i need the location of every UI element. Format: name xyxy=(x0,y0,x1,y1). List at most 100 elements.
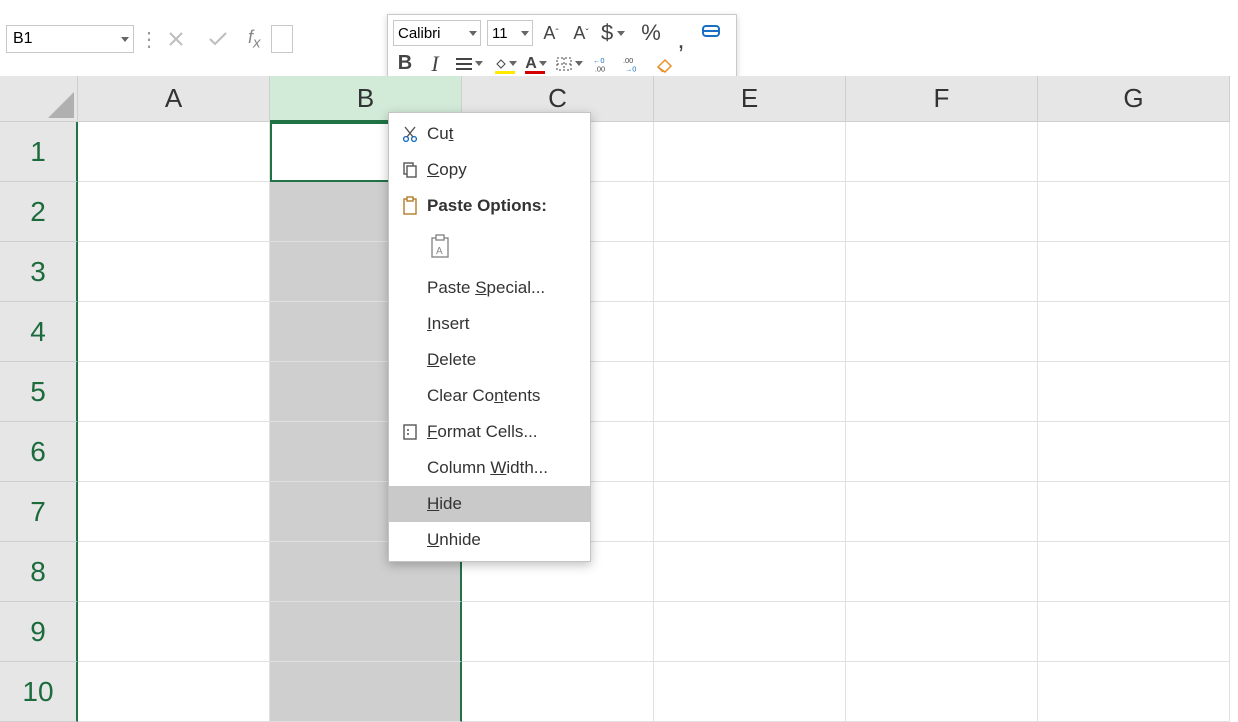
font-name-field[interactable] xyxy=(393,20,481,46)
cell-A5[interactable] xyxy=(78,362,270,422)
ctx-paste-hdr[interactable]: Paste Options: xyxy=(389,188,590,224)
bold-icon[interactable]: B xyxy=(393,52,417,76)
cell-E4[interactable] xyxy=(654,302,846,362)
cell-F3[interactable] xyxy=(846,242,1038,302)
cell-A6[interactable] xyxy=(78,422,270,482)
ctx-unhide[interactable]: Unhide xyxy=(389,522,590,558)
row-header-9[interactable]: 9 xyxy=(0,602,78,662)
ctx-paste-option-button[interactable]: A xyxy=(389,224,590,270)
column-header-f[interactable]: F xyxy=(846,76,1038,122)
cell-E1[interactable] xyxy=(654,122,846,182)
row-header-4[interactable]: 4 xyxy=(0,302,78,362)
cell-F10[interactable] xyxy=(846,662,1038,722)
cell-C10[interactable] xyxy=(462,662,654,722)
cell-G9[interactable] xyxy=(1038,602,1230,662)
cell-C9[interactable] xyxy=(462,602,654,662)
row-header-5[interactable]: 5 xyxy=(0,362,78,422)
svg-text:A: A xyxy=(436,246,443,257)
cell-G10[interactable] xyxy=(1038,662,1230,722)
cell-G5[interactable] xyxy=(1038,362,1230,422)
cell-F1[interactable] xyxy=(846,122,1038,182)
ctx-copy[interactable]: Copy xyxy=(389,152,590,188)
font-size-field[interactable] xyxy=(487,20,533,46)
cell-E6[interactable] xyxy=(654,422,846,482)
cell-E7[interactable] xyxy=(654,482,846,542)
cell-A8[interactable] xyxy=(78,542,270,602)
cell-G4[interactable] xyxy=(1038,302,1230,362)
cell-F8[interactable] xyxy=(846,542,1038,602)
font-size-dropdown-icon[interactable] xyxy=(518,31,532,36)
row-header-8[interactable]: 8 xyxy=(0,542,78,602)
cell-E9[interactable] xyxy=(654,602,846,662)
name-box-dropdown-icon[interactable] xyxy=(117,26,133,52)
align-icon[interactable] xyxy=(453,52,487,76)
font-color-icon[interactable]: A xyxy=(523,52,547,76)
cell-G8[interactable] xyxy=(1038,542,1230,602)
cell-A10[interactable] xyxy=(78,662,270,722)
decrease-decimal-icon[interactable]: .00→0 xyxy=(623,52,647,76)
cell-B10[interactable] xyxy=(270,662,462,722)
cell-F4[interactable] xyxy=(846,302,1038,362)
enter-check-icon[interactable] xyxy=(206,27,230,51)
borders-icon[interactable] xyxy=(553,52,587,76)
cell-G3[interactable] xyxy=(1038,242,1230,302)
select-all-corner[interactable] xyxy=(0,76,78,122)
cell-E3[interactable] xyxy=(654,242,846,302)
cell-G7[interactable] xyxy=(1038,482,1230,542)
cell-F6[interactable] xyxy=(846,422,1038,482)
cell-G6[interactable] xyxy=(1038,422,1230,482)
cell-F7[interactable] xyxy=(846,482,1038,542)
cell-E8[interactable] xyxy=(654,542,846,602)
increase-font-icon[interactable]: Aˆ xyxy=(539,21,563,45)
cell-F2[interactable] xyxy=(846,182,1038,242)
row-header-10[interactable]: 10 xyxy=(0,662,78,722)
ctx-insert[interactable]: Insert xyxy=(389,306,590,342)
cell-E10[interactable] xyxy=(654,662,846,722)
cell-B9[interactable] xyxy=(270,602,462,662)
cell-G1[interactable] xyxy=(1038,122,1230,182)
row-header-1[interactable]: 1 xyxy=(0,122,78,182)
insert-function-icon[interactable]: fx xyxy=(248,27,261,52)
cell-A1[interactable] xyxy=(78,122,270,182)
row-header-7[interactable]: 7 xyxy=(0,482,78,542)
cell-A7[interactable] xyxy=(78,482,270,542)
cell-F5[interactable] xyxy=(846,362,1038,422)
name-box[interactable] xyxy=(7,28,117,50)
clear-format-icon[interactable] xyxy=(653,52,677,76)
name-box-wrap[interactable] xyxy=(6,25,134,53)
row-header-6[interactable]: 6 xyxy=(0,422,78,482)
column-header-a[interactable]: A xyxy=(78,76,270,122)
cancel-x-icon[interactable] xyxy=(164,27,188,51)
increase-decimal-icon[interactable]: ←0.00 xyxy=(593,52,617,76)
italic-icon[interactable]: I xyxy=(423,52,447,76)
decrease-font-icon[interactable]: Aˇ xyxy=(569,21,593,45)
ctx-clear[interactable]: Clear Contents xyxy=(389,378,590,414)
cell-G2[interactable] xyxy=(1038,182,1230,242)
column-header-g[interactable]: G xyxy=(1038,76,1230,122)
formula-input[interactable] xyxy=(271,25,293,53)
cell-A3[interactable] xyxy=(78,242,270,302)
format-painter-icon[interactable] xyxy=(699,21,723,45)
row-header-2[interactable]: 2 xyxy=(0,182,78,242)
cell-A4[interactable] xyxy=(78,302,270,362)
ctx-delete[interactable]: Delete xyxy=(389,342,590,378)
cell-E5[interactable] xyxy=(654,362,846,422)
cell-F9[interactable] xyxy=(846,602,1038,662)
ctx-paste-special[interactable]: Paste Special... xyxy=(389,270,590,306)
column-header-e[interactable]: E xyxy=(654,76,846,122)
font-size-input[interactable] xyxy=(488,25,518,42)
row-header-3[interactable]: 3 xyxy=(0,242,78,302)
currency-icon[interactable]: $ xyxy=(599,21,633,45)
font-name-dropdown-icon[interactable] xyxy=(466,31,480,36)
cell-A2[interactable] xyxy=(78,182,270,242)
ctx-cut[interactable]: Cut xyxy=(389,116,590,152)
cell-A9[interactable] xyxy=(78,602,270,662)
font-name-input[interactable] xyxy=(394,25,466,42)
ctx-format[interactable]: Format Cells... xyxy=(389,414,590,450)
ctx-hide[interactable]: Hide xyxy=(389,486,590,522)
percent-icon[interactable]: % xyxy=(639,21,663,45)
ctx-colwidth[interactable]: Column Width... xyxy=(389,450,590,486)
cell-E2[interactable] xyxy=(654,182,846,242)
comma-style-icon[interactable]: , xyxy=(669,27,693,51)
fill-color-icon[interactable] xyxy=(493,52,517,76)
